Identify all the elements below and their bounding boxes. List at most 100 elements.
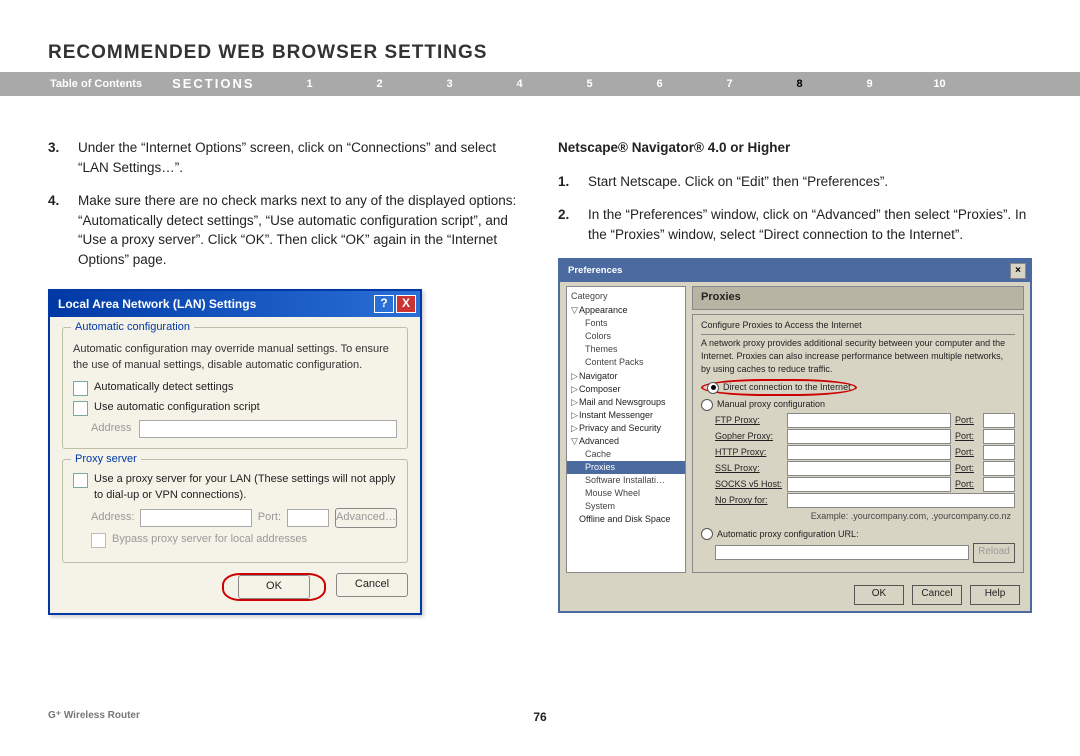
tree-privacy[interactable]: ▷Privacy and Security: [567, 422, 685, 435]
port-label: Port:: [955, 462, 979, 475]
tree-software[interactable]: Software Installati…: [567, 474, 685, 487]
socks-input[interactable]: [787, 477, 951, 492]
checkbox-label: Bypass proxy server for local addresses: [112, 532, 307, 548]
section-8[interactable]: 8: [765, 72, 835, 96]
close-icon[interactable]: X: [396, 295, 416, 313]
proxy-address-label: Address:: [91, 510, 134, 526]
dialog-titlebar: Preferences ×: [560, 260, 1030, 282]
auto-config-desc: Automatic configuration may override man…: [73, 342, 397, 374]
page-title: RECOMMENDED WEB BROWSER SETTINGS: [0, 0, 1080, 72]
lan-settings-dialog: Local Area Network (LAN) Settings ? X Au…: [48, 289, 422, 615]
dialog-title: Local Area Network (LAN) Settings: [58, 296, 256, 313]
use-proxy-checkbox[interactable]: Use a proxy server for your LAN (These s…: [73, 472, 397, 504]
radio-icon: [707, 382, 719, 394]
checkbox-icon: [73, 381, 88, 396]
advanced-button: Advanced…: [335, 508, 397, 528]
ok-button[interactable]: OK: [238, 575, 310, 599]
socks-port[interactable]: [983, 477, 1015, 492]
ftp-port[interactable]: [983, 413, 1015, 428]
step-number: 3.: [48, 138, 64, 177]
gopher-input[interactable]: [787, 429, 951, 444]
auto-url-input[interactable]: [715, 545, 969, 560]
section-1[interactable]: 1: [275, 72, 345, 96]
gopher-port[interactable]: [983, 429, 1015, 444]
port-label: Port:: [955, 414, 979, 427]
dialog-title: Preferences: [568, 264, 622, 278]
section-4[interactable]: 4: [485, 72, 555, 96]
tree-offline[interactable]: Offline and Disk Space: [567, 513, 685, 526]
proxy-address-input: [140, 509, 251, 527]
cancel-button[interactable]: Cancel: [336, 573, 408, 597]
tree-appearance[interactable]: ▽Appearance: [567, 304, 685, 317]
panel-heading: Proxies: [692, 286, 1024, 310]
ftp-label: FTP Proxy:: [715, 414, 783, 427]
sections-label: SECTIONS: [152, 72, 274, 96]
section-10[interactable]: 10: [905, 72, 975, 96]
noproxy-label: No Proxy for:: [715, 494, 783, 507]
automatic-config-group: Automatic configuration Automatic config…: [62, 327, 408, 449]
ftp-input[interactable]: [787, 413, 951, 428]
bypass-proxy-checkbox: Bypass proxy server for local addresses: [91, 532, 397, 548]
noproxy-input[interactable]: [787, 493, 1015, 508]
radio-label: Manual proxy configuration: [717, 398, 825, 411]
auto-config-radio[interactable]: Automatic proxy configuration URL:: [701, 528, 1015, 541]
tree-fonts[interactable]: Fonts: [567, 317, 685, 330]
right-column: Netscape® Navigator® 4.0 or Higher 1. St…: [558, 138, 1032, 615]
example-text: Example: .yourcompany.com, .yourcompany.…: [701, 510, 1015, 523]
section-2[interactable]: 2: [345, 72, 415, 96]
tree-composer[interactable]: ▷Composer: [567, 383, 685, 396]
reload-button: Reload: [973, 543, 1015, 563]
radio-icon: [701, 528, 713, 540]
page-number: 76: [533, 710, 546, 724]
group-legend: Proxy server: [71, 452, 141, 468]
tree-content-packs[interactable]: Content Packs: [567, 356, 685, 369]
left-column: 3. Under the “Internet Options” screen, …: [48, 138, 522, 615]
tree-advanced[interactable]: ▽Advanced: [567, 435, 685, 448]
step-text: In the “Preferences” window, click on “A…: [588, 205, 1032, 244]
section-9[interactable]: 9: [835, 72, 905, 96]
checkbox-label: Use a proxy server for your LAN (These s…: [94, 472, 397, 504]
tree-im[interactable]: ▷Instant Messenger: [567, 409, 685, 422]
help-icon[interactable]: ?: [374, 295, 394, 313]
socks-label: SOCKS v5 Host:: [715, 478, 783, 491]
section-5[interactable]: 5: [555, 72, 625, 96]
config-script-checkbox[interactable]: Use automatic configuration script: [73, 400, 397, 416]
tree-themes[interactable]: Themes: [567, 343, 685, 356]
section-7[interactable]: 7: [695, 72, 765, 96]
section-3[interactable]: 3: [415, 72, 485, 96]
tree-system[interactable]: System: [567, 500, 685, 513]
section-6[interactable]: 6: [625, 72, 695, 96]
tree-mail[interactable]: ▷Mail and Newsgroups: [567, 396, 685, 409]
checkbox-icon: [73, 473, 88, 488]
product-name: G⁺ Wireless Router: [48, 710, 140, 721]
http-input[interactable]: [787, 445, 951, 460]
proxy-port-label: Port:: [258, 510, 281, 526]
tree-colors[interactable]: Colors: [567, 330, 685, 343]
radio-label: Direct connection to the Internet: [723, 381, 851, 394]
detect-settings-checkbox[interactable]: Automatically detect settings: [73, 380, 397, 396]
toc-link[interactable]: Table of Contents: [12, 72, 152, 96]
category-header: Category: [567, 289, 685, 304]
help-button[interactable]: Help: [970, 585, 1020, 605]
manual-proxy-radio[interactable]: Manual proxy configuration: [701, 398, 1015, 411]
tree-cache[interactable]: Cache: [567, 448, 685, 461]
ssl-port[interactable]: [983, 461, 1015, 476]
category-tree[interactable]: Category ▽Appearance Fonts Colors Themes…: [566, 286, 686, 572]
close-icon[interactable]: ×: [1010, 263, 1026, 279]
proxy-port-input: [287, 509, 329, 527]
direct-connection-radio[interactable]: Direct connection to the Internet: [701, 379, 1015, 396]
ssl-label: SSL Proxy:: [715, 462, 783, 475]
ok-button[interactable]: OK: [854, 585, 904, 605]
address-label: Address: [91, 421, 131, 437]
radio-label: Automatic proxy configuration URL:: [717, 528, 859, 541]
step-text: Start Netscape. Click on “Edit” then “Pr…: [588, 172, 888, 192]
cancel-button[interactable]: Cancel: [912, 585, 962, 605]
gopher-label: Gopher Proxy:: [715, 430, 783, 443]
tree-proxies[interactable]: Proxies: [567, 461, 685, 474]
tree-mouse[interactable]: Mouse Wheel: [567, 487, 685, 500]
ssl-input[interactable]: [787, 461, 951, 476]
http-port[interactable]: [983, 445, 1015, 460]
tree-navigator[interactable]: ▷Navigator: [567, 370, 685, 383]
port-label: Port:: [955, 430, 979, 443]
port-label: Port:: [955, 446, 979, 459]
